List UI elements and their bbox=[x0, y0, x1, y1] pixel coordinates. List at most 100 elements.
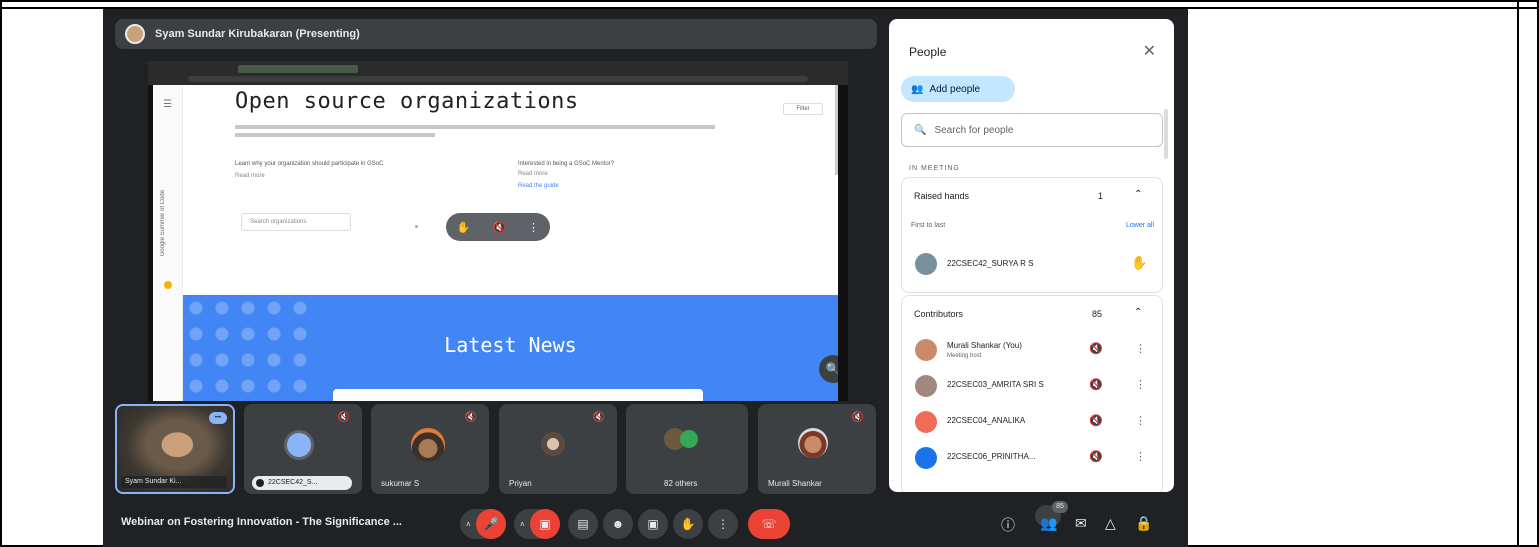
camera-off-icon: ▣ bbox=[530, 509, 560, 539]
panel-title: People bbox=[909, 45, 947, 59]
browser-url-bar bbox=[188, 76, 808, 82]
participant-name: 22CSEC06_PRINITHA... bbox=[947, 452, 1036, 461]
panel-scrollbar[interactable] bbox=[1164, 109, 1168, 159]
more-options-icon[interactable]: ⋮ bbox=[1135, 450, 1146, 463]
tile-name: Priyan bbox=[509, 479, 532, 488]
tile-name: sukumar S bbox=[381, 479, 420, 488]
close-icon[interactable]: ✕ bbox=[1143, 41, 1156, 61]
page-description-line bbox=[235, 133, 435, 137]
mic-off-icon: 🔇 bbox=[851, 412, 864, 423]
end-call-icon: ☏ bbox=[761, 517, 777, 531]
raised-hand-row[interactable]: 22CSEC42_SURYA R S ✋ bbox=[901, 247, 1163, 281]
sort-label: First to last bbox=[911, 222, 946, 229]
page-sidebar: ☰ Google Summer of Code bbox=[153, 85, 183, 401]
people-icon[interactable]: 👥 bbox=[1040, 515, 1057, 532]
avatar bbox=[680, 430, 698, 448]
participant-role: Meeting host bbox=[947, 353, 982, 359]
status-dot-icon bbox=[256, 479, 264, 487]
section-label: IN MEETING bbox=[909, 165, 960, 172]
participant-row[interactable]: 22CSEC04_ANALIKA 🔇 ⋮ bbox=[901, 405, 1163, 439]
host-controls-icon[interactable]: 🔒 bbox=[1135, 515, 1152, 532]
mic-button[interactable]: ˄ 🎤 bbox=[460, 509, 506, 539]
avatar bbox=[915, 447, 937, 469]
presenter-name: Syam Sundar Kirubakaran (Presenting) bbox=[155, 28, 360, 40]
more-options-icon[interactable]: ⋮ bbox=[1135, 342, 1146, 355]
participant-tile[interactable]: 🔇 Priyan bbox=[499, 404, 617, 494]
mentor-link: Interested in being a GSoC Mentor? bbox=[518, 161, 615, 167]
participant-tile[interactable]: 🔇 Murali Shankar bbox=[758, 404, 876, 494]
search-people-input[interactable]: 🔍 Search for people bbox=[901, 113, 1163, 147]
read-more-link: Read more bbox=[235, 173, 265, 179]
gsoc-org-link: Learn why your organization should parti… bbox=[235, 161, 384, 167]
participant-name: 22CSEC42_SURYA R S bbox=[947, 259, 1034, 268]
more-options-button[interactable]: ⋮ bbox=[708, 509, 738, 539]
people-count-badge: 85 bbox=[1052, 501, 1068, 513]
participant-tile[interactable]: 🔇 22CSEC42_S... bbox=[244, 404, 362, 494]
tile-name: 22CSEC42_S... bbox=[268, 479, 318, 486]
chevron-up-icon: ˄ bbox=[520, 519, 525, 529]
mic-off-icon[interactable]: 🔇 bbox=[1089, 378, 1103, 391]
raise-hand-button[interactable]: ✋ bbox=[673, 509, 703, 539]
people-panel: People ✕ 👥 Add people 🔍 Search for peopl… bbox=[889, 19, 1174, 492]
add-person-icon: 👥 bbox=[911, 83, 924, 95]
participant-name: 22CSEC04_ANALIKA bbox=[947, 416, 1026, 425]
mic-off-icon[interactable]: 🔇 bbox=[1089, 414, 1103, 427]
activities-icon[interactable]: △ bbox=[1105, 515, 1116, 532]
chevron-up-icon[interactable]: ⌃ bbox=[1134, 189, 1142, 200]
reactions-button[interactable]: ☻ bbox=[603, 509, 633, 539]
emoji-icon: ☻ bbox=[611, 517, 625, 531]
camera-button[interactable]: ˄ ▣ bbox=[514, 509, 560, 539]
raised-hands-count: 1 bbox=[1098, 191, 1104, 201]
participant-row[interactable]: 22CSEC03_AMRITA SRI S 🔇 ⋮ bbox=[901, 369, 1163, 403]
menu-icon: ☰ bbox=[163, 99, 172, 110]
chevron-up-icon[interactable]: ⌃ bbox=[1134, 307, 1142, 318]
hand-icon: ✋ bbox=[456, 221, 471, 234]
guide-link: Read the guide bbox=[518, 183, 559, 189]
news-card bbox=[333, 389, 703, 401]
participant-row[interactable]: Murali Shankar (You) Meeting host 🔇 ⋮ bbox=[901, 333, 1163, 367]
tile-name: Syam Sundar Ki... bbox=[121, 476, 227, 488]
present-screen-icon: ▣ bbox=[647, 517, 659, 531]
sun-logo-icon bbox=[164, 281, 172, 289]
document-column-rule bbox=[1517, 0, 1519, 547]
info-icon[interactable]: ⓘ bbox=[1001, 515, 1015, 535]
tile-name-pill: 22CSEC42_S... bbox=[252, 476, 352, 490]
chevron-up-icon: ˄ bbox=[466, 519, 471, 529]
self-video-tile[interactable]: ••• Syam Sundar Ki... bbox=[115, 404, 235, 494]
latest-news-heading: Latest News bbox=[444, 333, 577, 357]
control-bar: Webinar on Fostering Innovation - The Si… bbox=[103, 501, 1188, 547]
avatar bbox=[284, 430, 314, 460]
search-fab-icon: 🔍 bbox=[819, 355, 838, 383]
presenter-bar: Syam Sundar Kirubakaran (Presenting) bbox=[115, 19, 877, 49]
captions-button[interactable]: ▤ bbox=[568, 509, 598, 539]
meeting-title: Webinar on Fostering Innovation - The Si… bbox=[121, 516, 402, 528]
avatar bbox=[915, 411, 937, 433]
mic-off-icon[interactable]: 🔇 bbox=[1089, 342, 1103, 355]
contributors-label: Contributors bbox=[914, 309, 964, 319]
present-button[interactable]: ▣ bbox=[638, 509, 668, 539]
mic-off-icon[interactable]: 🔇 bbox=[1089, 450, 1103, 463]
raised-hand-icon[interactable]: ✋ bbox=[1131, 255, 1147, 271]
page-title: Open source organizations bbox=[235, 89, 579, 114]
presenter-avatar bbox=[125, 24, 145, 44]
browser-tab bbox=[238, 65, 358, 73]
more-options-icon[interactable]: ⋮ bbox=[1135, 378, 1146, 391]
participant-tile[interactable]: 🔇 sukumar S bbox=[371, 404, 489, 494]
lower-all-button[interactable]: Lower all bbox=[1126, 222, 1154, 229]
leave-call-button[interactable]: ☏ bbox=[748, 509, 790, 539]
shared-screen: ☰ Google Summer of Code Open source orga… bbox=[148, 61, 848, 401]
avatar bbox=[915, 253, 937, 275]
latest-news-banner: Latest News 🔍 bbox=[183, 295, 838, 401]
meet-window: Syam Sundar Kirubakaran (Presenting) ☰ G… bbox=[103, 9, 1188, 547]
participant-name: 22CSEC03_AMRITA SRI S bbox=[947, 380, 1044, 389]
participant-row[interactable]: 22CSEC06_PRINITHA... 🔇 ⋮ bbox=[901, 441, 1163, 475]
browser-toolbar bbox=[148, 61, 848, 85]
sidebar-logo-text: Google Summer of Code bbox=[160, 190, 166, 257]
others-tile[interactable]: 82 others bbox=[626, 404, 748, 494]
participant-name: Murali Shankar (You) bbox=[947, 341, 1022, 350]
more-options-icon[interactable]: ⋮ bbox=[1135, 414, 1146, 427]
avatar bbox=[411, 428, 445, 462]
add-people-button[interactable]: 👥 Add people bbox=[901, 76, 1015, 102]
shared-web-page: ☰ Google Summer of Code Open source orga… bbox=[153, 85, 838, 401]
chat-icon[interactable]: ✉ bbox=[1075, 515, 1087, 532]
